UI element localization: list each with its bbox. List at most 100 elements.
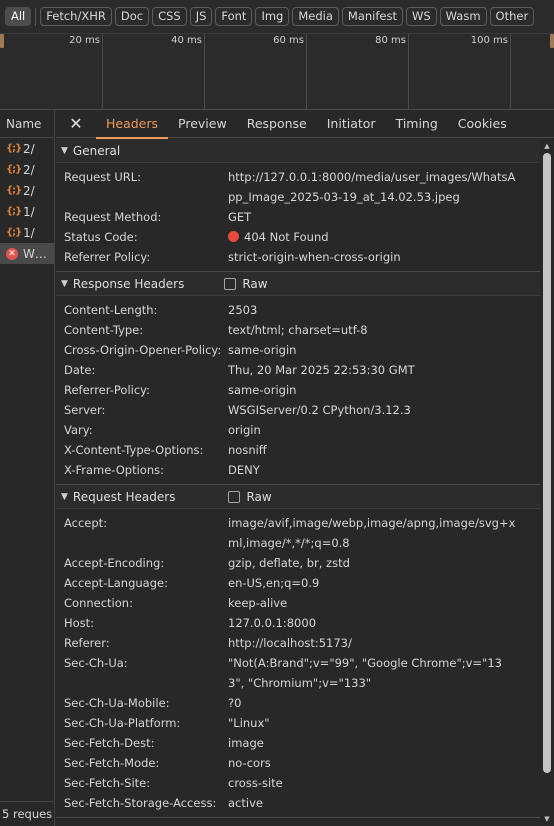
header-key: Accept:: [64, 516, 108, 530]
json-icon: {;}: [6, 185, 22, 196]
tab-initiator[interactable]: Initiator: [317, 110, 386, 138]
section-title: Response Headers: [72, 276, 185, 291]
timeline-gridline: [204, 34, 205, 110]
header-value: http://localhost:5173/: [228, 636, 352, 650]
tab-headers[interactable]: Headers: [96, 110, 169, 139]
request-name: W…: [23, 246, 47, 261]
timeline-gridline: [510, 34, 511, 110]
header-key: X-Frame-Options:: [64, 463, 165, 477]
json-icon: {;}: [6, 164, 22, 175]
raw-checkbox[interactable]: [228, 490, 241, 503]
response-headers-section-header[interactable]: ▼ Response Headers Raw: [56, 272, 540, 296]
header-key: Vary:: [64, 423, 93, 437]
request-url-value: http://127.0.0.1:8000/media/user_images/…: [228, 170, 516, 204]
request-headers-section-header[interactable]: ▼ Request Headers Raw: [56, 485, 540, 509]
header-value: image: [228, 736, 264, 750]
header-row: Accept: image/avif,image/webp,image/apng,…: [56, 513, 540, 553]
filter-img-button[interactable]: Img: [255, 7, 290, 26]
name-column-header[interactable]: Name: [0, 110, 54, 138]
header-key: Cross-Origin-Opener-Policy:: [64, 343, 222, 357]
request-name: 2/: [23, 162, 35, 177]
scrollbar-thumb[interactable]: [543, 153, 551, 773]
tab-preview[interactable]: Preview: [168, 110, 237, 138]
header-value: ?0: [228, 696, 242, 710]
header-row: Content-Type: text/html; charset=utf-8: [56, 320, 540, 340]
header-row: Referer: http://localhost:5173/: [56, 633, 540, 653]
header-key: Sec-Ch-Ua-Platform:: [64, 716, 181, 730]
filter-media-button[interactable]: Media: [292, 7, 339, 26]
header-value: en-US,en;q=0.9: [228, 576, 320, 590]
header-row: Sec-Ch-Ua-Platform: "Linux": [56, 713, 540, 733]
request-row-selected[interactable]: ✕ W…: [0, 243, 54, 264]
triangle-down-icon: ▼: [61, 491, 68, 502]
resource-type-filter-bar: All Fetch/XHR Doc CSS JS Font Img Media …: [0, 0, 554, 34]
header-row: Request URL: http://127.0.0.1:8000/media…: [56, 167, 540, 207]
details-tab-bar: ✕ Headers Preview Response Initiator Tim…: [56, 110, 554, 139]
header-key: Sec-Ch-Ua:: [64, 656, 128, 670]
header-row: Sec-Ch-Ua-Mobile: ?0: [56, 693, 540, 713]
scroll-down-arrow-icon[interactable]: ▼: [542, 814, 552, 824]
header-row: Host: 127.0.0.1:8000: [56, 613, 540, 633]
header-key: Referer:: [64, 636, 110, 650]
vertical-scrollbar[interactable]: ▲ ▼: [542, 139, 552, 826]
header-key: Sec-Fetch-Dest:: [64, 736, 155, 750]
filter-css-button[interactable]: CSS: [152, 7, 187, 26]
filter-divider: [35, 7, 37, 26]
request-row[interactable]: {;} 2/: [0, 159, 54, 180]
header-key: Accept-Language:: [64, 576, 168, 590]
tab-cookies[interactable]: Cookies: [448, 110, 517, 138]
timeline-tick-label: 100 ms: [470, 35, 508, 46]
close-icon[interactable]: ✕: [56, 114, 96, 133]
header-value: cross-site: [228, 776, 283, 790]
json-icon: {;}: [6, 227, 22, 238]
json-icon: {;}: [6, 143, 22, 154]
filter-doc-button[interactable]: Doc: [114, 7, 150, 26]
header-key: Sec-Fetch-Site:: [64, 776, 151, 790]
header-row: Content-Length: 2503: [56, 300, 540, 320]
header-row: Server: WSGIServer/0.2 CPython/3.12.3: [56, 400, 540, 420]
timeline-gridline: [102, 34, 103, 110]
timeline-tick-label: 20 ms: [69, 35, 100, 46]
filter-ws-button[interactable]: WS: [405, 7, 437, 26]
request-row[interactable]: {;} 2/: [0, 180, 54, 201]
header-value: 2503: [228, 303, 258, 317]
status-dot-icon: [228, 231, 239, 242]
header-value: Thu, 20 Mar 2025 22:53:30 GMT: [228, 363, 415, 377]
timeline-right-handle[interactable]: [550, 34, 554, 48]
raw-toggle[interactable]: Raw: [224, 277, 268, 291]
header-row: Sec-Fetch-Storage-Access: active: [56, 793, 540, 813]
request-row[interactable]: {;} 2/: [0, 138, 54, 159]
filter-js-button[interactable]: JS: [189, 7, 213, 26]
header-key: Referrer-Policy:: [64, 383, 151, 397]
error-icon: ✕: [6, 247, 18, 260]
filter-other-button[interactable]: Other: [489, 7, 535, 26]
request-row[interactable]: {;} 1/: [0, 222, 54, 243]
tab-response[interactable]: Response: [237, 110, 317, 138]
header-key: Sec-Ch-Ua-Mobile:: [64, 696, 170, 710]
tab-timing[interactable]: Timing: [386, 110, 448, 138]
filter-all-button[interactable]: All: [5, 7, 32, 26]
header-value: nosniff: [228, 443, 267, 457]
header-row: Sec-Fetch-Mode: no-cors: [56, 753, 540, 773]
raw-checkbox[interactable]: [224, 277, 237, 290]
header-key: Accept-Encoding:: [64, 556, 165, 570]
general-section: ▼ General Request URL: http://127.0.0.1:…: [56, 139, 540, 272]
filter-fetch-xhr-button[interactable]: Fetch/XHR: [40, 7, 112, 26]
json-icon: {;}: [6, 206, 22, 217]
scroll-up-arrow-icon[interactable]: ▲: [542, 141, 552, 151]
headers-content: ▼ General Request URL: http://127.0.0.1:…: [56, 139, 540, 826]
header-value: gzip, deflate, br, zstd: [228, 556, 350, 570]
request-name: 1/: [23, 204, 35, 219]
filter-wasm-button[interactable]: Wasm: [439, 7, 487, 26]
request-row[interactable]: {;} 1/: [0, 201, 54, 222]
header-key: Sec-Fetch-Mode:: [64, 756, 160, 770]
filter-manifest-button[interactable]: Manifest: [341, 7, 403, 26]
filter-font-button[interactable]: Font: [215, 7, 253, 26]
request-headers-section: ▼ Request Headers Raw Accept: image/avif,…: [56, 485, 540, 818]
general-section-header[interactable]: ▼ General: [56, 139, 540, 163]
header-key: Content-Type:: [64, 323, 144, 337]
raw-toggle[interactable]: Raw: [228, 490, 272, 504]
network-timeline-overview[interactable]: 20 ms 40 ms 60 ms 80 ms 100 ms: [0, 34, 554, 110]
header-value: "Linux": [228, 716, 270, 730]
timeline-left-handle[interactable]: [0, 34, 4, 48]
